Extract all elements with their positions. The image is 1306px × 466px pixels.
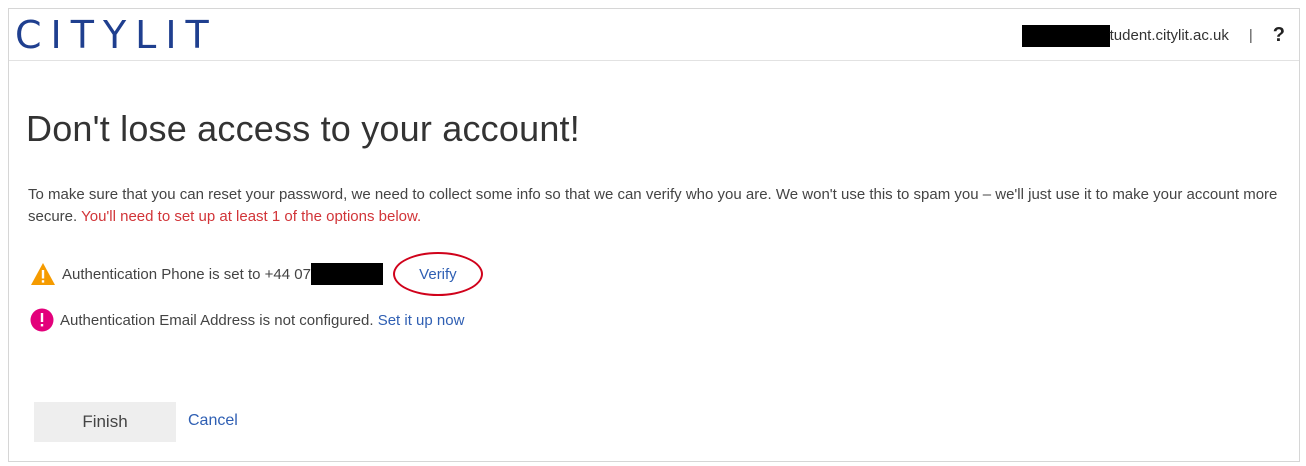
set-it-up-now-link[interactable]: Set it up now bbox=[378, 312, 465, 329]
email-status-row: Authentication Email Address is not conf… bbox=[30, 308, 464, 332]
verify-highlight-ellipse: Verify bbox=[392, 252, 483, 296]
verify-link[interactable]: Verify bbox=[419, 266, 457, 283]
header-bar: CITYLIT tudent.citylit.ac.uk | ? bbox=[9, 9, 1299, 61]
account-domain[interactable]: tudent.citylit.ac.uk bbox=[1110, 27, 1229, 44]
warning-triangle-icon bbox=[31, 263, 55, 285]
citylit-logo: CITYLIT bbox=[15, 13, 218, 57]
cancel-link[interactable]: Cancel bbox=[188, 412, 238, 430]
finish-button[interactable]: Finish bbox=[34, 402, 176, 442]
help-icon[interactable]: ? bbox=[1273, 24, 1285, 47]
redacted-phone-number bbox=[310, 263, 383, 285]
page-title: Don't lose access to your account! bbox=[26, 108, 580, 149]
description-text: To make sure that you can reset your pas… bbox=[28, 184, 1278, 228]
email-status-text: Authentication Email Address is not conf… bbox=[60, 311, 374, 329]
error-circle-icon bbox=[30, 308, 54, 332]
requirement-warning: You'll need to set up at least 1 of the … bbox=[81, 208, 422, 225]
redacted-username bbox=[1021, 24, 1110, 47]
phone-status-row: Authentication Phone is set to +44 07 Ve… bbox=[30, 252, 483, 296]
page-frame: CITYLIT tudent.citylit.ac.uk | ? bbox=[8, 8, 1300, 462]
phone-status-text: Authentication Phone is set to +44 07 bbox=[62, 265, 311, 283]
account-area: tudent.citylit.ac.uk | ? bbox=[1021, 24, 1285, 47]
header-separator: | bbox=[1248, 27, 1253, 44]
